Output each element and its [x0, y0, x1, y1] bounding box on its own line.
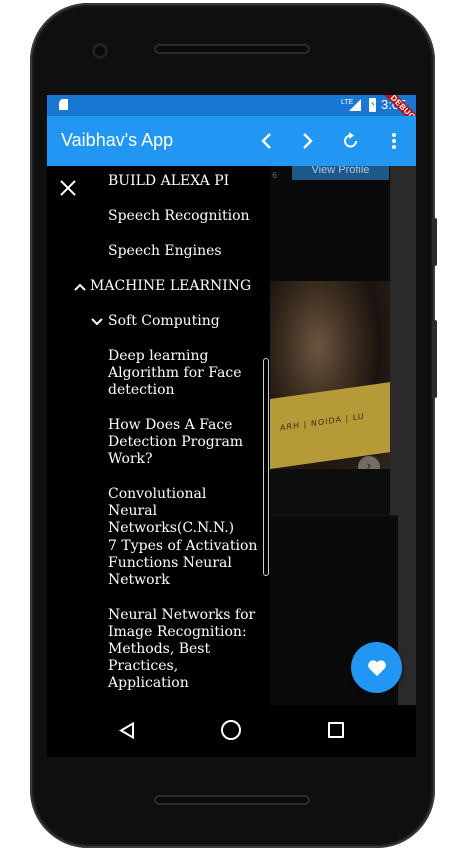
drawer-item-speech-recognition[interactable]: Speech Recognition: [108, 208, 258, 225]
drawer-subsection-soft-computing[interactable]: Soft Computing: [108, 313, 258, 330]
status-bar: LTE ⚡ 3:05 DEBUG: [47, 95, 416, 136]
drawer-section-machine-learning[interactable]: MACHINE LEARNING: [90, 278, 270, 295]
home-icon[interactable]: [221, 720, 241, 740]
chevron-up-icon[interactable]: [73, 282, 87, 292]
screen: LTE ⚡ 3:05 DEBUG Vaibhav's App View Prof…: [47, 95, 416, 757]
navigation-drawer: BUILD ALEXA PI Speech Recognition Speech…: [47, 166, 270, 757]
system-navigation-bar: [47, 705, 416, 757]
earpiece-speaker: [154, 44, 310, 54]
drawer-scrollbar[interactable]: [263, 358, 269, 576]
drawer-item-deep-learning-face[interactable]: Deep learning Algorithm for Face detecti…: [108, 348, 258, 399]
image-caption: ARH | NOIDA | LU: [280, 411, 365, 433]
app-title: Vaibhav's App: [61, 130, 174, 150]
view-profile-button: View Profile: [292, 166, 389, 180]
partial-text: 6: [272, 171, 278, 180]
heart-icon: [367, 659, 386, 676]
close-icon[interactable]: [59, 179, 77, 197]
back-nav-button[interactable]: [253, 128, 279, 154]
recents-icon[interactable]: [328, 722, 344, 738]
sd-card-icon: [59, 99, 68, 110]
refresh-icon: [344, 132, 357, 148]
network-label: LTE: [341, 99, 354, 106]
power-button: [432, 218, 437, 266]
refresh-button[interactable]: [338, 128, 364, 154]
more-vert-icon: [392, 133, 396, 149]
app-bar: Vaibhav's App: [47, 116, 416, 166]
carousel-image: ARH | NOIDA | LU ›: [270, 281, 390, 478]
drawer-item-face-detection-program[interactable]: How Does A Face Detection Program Work?: [108, 417, 258, 468]
content-spacer: [270, 469, 390, 515]
chevron-left-icon: [261, 133, 271, 149]
drawer-item-build-alexa-pi[interactable]: BUILD ALEXA PI: [108, 173, 258, 190]
more-options-button[interactable]: [381, 128, 407, 154]
favorite-fab[interactable]: [351, 642, 402, 693]
chevron-down-icon[interactable]: [90, 317, 104, 327]
bottom-speaker: [154, 795, 310, 805]
drawer-item-cnn[interactable]: Convolutional Neural Networks(C.N.N.): [108, 486, 258, 537]
back-icon[interactable]: [119, 722, 135, 739]
drawer-item-activation-functions[interactable]: 7 Types of Activation Functions Neural N…: [108, 538, 258, 589]
chevron-right-icon: [303, 133, 313, 149]
battery-icon: ⚡: [369, 98, 376, 112]
volume-button: [432, 320, 437, 398]
front-camera: [92, 43, 108, 59]
drawer-item-speech-engines[interactable]: Speech Engines: [108, 243, 258, 260]
forward-nav-button[interactable]: [295, 128, 321, 154]
drawer-item-neural-networks-image[interactable]: Neural Networks for Image Recognition: M…: [108, 607, 258, 692]
